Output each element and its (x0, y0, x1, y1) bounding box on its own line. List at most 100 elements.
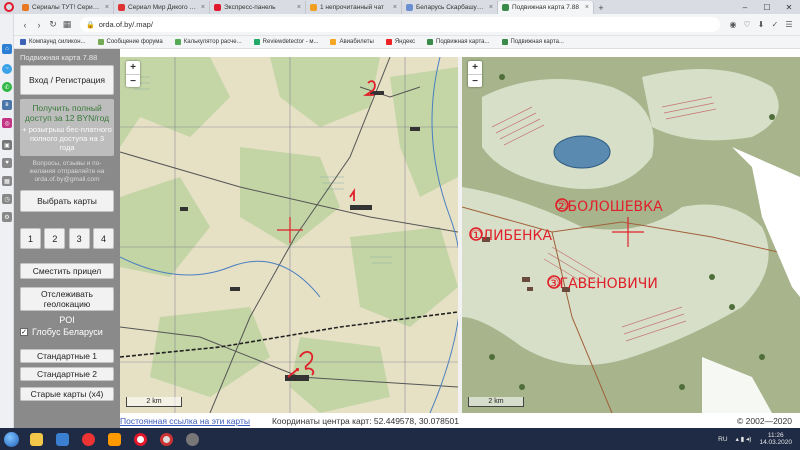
camera-icon[interactable]: ◉ (726, 18, 740, 32)
close-tab-icon[interactable]: × (102, 4, 109, 11)
url-text: orda.of.by/.map/ (98, 20, 153, 29)
start-button[interactable] (0, 428, 22, 450)
left-map[interactable]: + − 2 km (120, 57, 458, 413)
browser-tab[interactable]: 1 непрочитанный чат × (306, 1, 402, 14)
opera-sidebar: ⌂ ~ ✆ в ◎ ▣ ♥ ▦ ◷ ⚙ (0, 14, 14, 428)
bookmark-label: Авиабилеты (339, 39, 374, 45)
browser-tab-label: Подвижная карта 7.88 (512, 4, 579, 11)
left-zoom-out-button[interactable]: − (126, 74, 140, 87)
opera-icon (214, 4, 221, 11)
bookmark-item[interactable]: Авиабилеты (330, 39, 374, 45)
annotation-boloshevka: ②БОЛОШЕВКА (555, 199, 663, 215)
new-tab-icon[interactable]: + (594, 1, 608, 14)
left-zoom-control: + − (126, 61, 140, 87)
vlc-taskbar-icon[interactable] (102, 429, 126, 449)
permalink-link[interactable]: Постоянная ссылка на эти карты (120, 416, 250, 426)
instagram-icon[interactable]: ◎ (2, 118, 12, 128)
messenger-icon[interactable]: ~ (2, 64, 12, 74)
bookmark-label: Подвижная карта... (510, 39, 564, 45)
right-zoom-out-button[interactable]: − (468, 74, 482, 87)
vk-icon[interactable]: в (2, 100, 12, 110)
browser-tab[interactable]: Подвижная карта 7.88 × (498, 1, 594, 14)
extensions-icon[interactable]: ✓ (768, 18, 782, 32)
app-taskbar-icon[interactable] (180, 429, 204, 449)
layout-button-1[interactable]: 1 (20, 228, 41, 249)
chat-icon (310, 4, 317, 11)
browser-tab[interactable]: Сериал Мир Дикого запа × (114, 1, 210, 14)
browser-tab[interactable]: Сериалы ТУТ! Сериалы он× (18, 1, 114, 14)
opera2-taskbar-icon[interactable] (154, 429, 178, 449)
bookmark-item[interactable]: Калькулятор расче... (174, 39, 242, 45)
old-map-canvas: ①ЛИБЕНКА ②БОЛОШЕВКА ③ГАВЕНОВИЧИ (462, 57, 800, 413)
clock-icon[interactable]: ◷ (2, 194, 12, 204)
layout-buttons: 1234 (20, 228, 114, 249)
bookmark-icon (253, 39, 260, 45)
bookmark-item[interactable]: Яндекс (385, 39, 415, 45)
move-crosshair-button[interactable]: Сместить прицел (20, 263, 114, 279)
globus-checkbox[interactable]: ✓ (20, 328, 28, 336)
apps-icon[interactable]: ▦ (2, 176, 12, 186)
left-scale-bar: 2 km (126, 397, 182, 407)
yandex-taskbar-icon[interactable] (76, 429, 100, 449)
select-maps-button[interactable]: Выбрать карты (20, 190, 114, 212)
layout-button-3[interactable]: 3 (68, 228, 90, 249)
bookmark-icon (427, 39, 434, 45)
right-map[interactable]: ①ЛИБЕНКА ②БОЛОШЕВКА ③ГАВЕНОВИЧИ + − 2 km (462, 57, 800, 413)
left-zoom-in-button[interactable]: + (126, 61, 140, 74)
bookmark-item[interactable]: Подвижная карта... (501, 39, 564, 45)
close-window-icon[interactable]: ✕ (778, 0, 800, 14)
close-tab-icon[interactable]: × (582, 4, 589, 11)
heart-icon[interactable]: ♡ (740, 18, 754, 32)
promo-block[interactable]: Получить полный доступ за 12 BYN/год + р… (20, 99, 114, 156)
reload-icon[interactable]: ↻ (46, 18, 60, 32)
bookmark-item[interactable]: Reviewdetector - м... (253, 39, 319, 45)
site-control-panel: Подвижная карта 7.88 Вход / Регистрация … (14, 49, 120, 428)
bookmark-item[interactable]: Компаунд силикон... (20, 39, 86, 45)
close-tab-icon[interactable]: × (486, 4, 493, 11)
annotation-gavenovichi: ③ГАВЕНОВИЧИ (547, 276, 658, 292)
layout-button-4[interactable]: 4 (92, 228, 114, 249)
old-maps-button[interactable]: Старые карты (х4) (20, 387, 114, 401)
speed-dial-icon[interactable]: ▦ (60, 18, 74, 32)
url-field[interactable]: 🔒 orda.of.by/.map/ (80, 17, 720, 32)
window-controls: – ☐ ✕ (734, 0, 800, 14)
close-tab-icon[interactable]: × (390, 4, 397, 11)
annotation-libenka: ①ЛИБЕНКА (470, 228, 552, 244)
close-tab-icon[interactable]: × (294, 4, 301, 11)
language-indicator[interactable]: RU (718, 436, 727, 443)
login-button[interactable]: Вход / Регистрация (20, 65, 114, 95)
settings-icon[interactable]: ⚙ (2, 212, 12, 222)
bookmark-label: Калькулятор расче... (183, 39, 242, 45)
explorer-taskbar-icon[interactable] (24, 429, 48, 449)
history-icon[interactable]: ▣ (2, 140, 12, 150)
back-icon[interactable]: ‹ (18, 18, 32, 32)
opera-taskbar-icon[interactable] (128, 429, 152, 449)
topographic-map-canvas (120, 57, 458, 413)
globus-checkbox-row[interactable]: ✓ Глобус Беларуси (20, 327, 114, 337)
geolocation-button[interactable]: Отслеживать геолокацию (20, 287, 114, 311)
opera-menu-icon[interactable] (0, 0, 18, 14)
download-icon[interactable]: ⬇ (754, 18, 768, 32)
bookmark-label: Reviewdetector - м... (262, 39, 319, 45)
layout-button-2[interactable]: 2 (44, 228, 66, 249)
close-tab-icon[interactable]: × (198, 4, 205, 11)
minimize-icon[interactable]: – (734, 0, 756, 14)
standard1-button[interactable]: Стандартные 1 (20, 349, 114, 363)
orange-square-icon (22, 4, 29, 11)
home-icon[interactable]: ⌂ (2, 44, 12, 54)
bookmark-item[interactable]: Сообщение форума (97, 39, 163, 45)
browser-tab[interactable]: Экспресс-панель × (210, 1, 306, 14)
standard2-button[interactable]: Стандартные 2 (20, 367, 114, 381)
easy-setup-icon[interactable]: ☰ (782, 18, 796, 32)
bookmarks-icon[interactable]: ♥ (2, 158, 12, 168)
bookmark-item[interactable]: Подвижная карта... (427, 39, 490, 45)
browser-tab-label: Сериал Мир Дикого запа (128, 4, 198, 11)
right-zoom-in-button[interactable]: + (468, 61, 482, 74)
tray-icons[interactable]: ▴ ▮ ◂) (736, 435, 752, 443)
browser-tab[interactable]: Беларусь Скарбашукаль × (402, 1, 498, 14)
maximize-icon[interactable]: ☐ (756, 0, 778, 14)
forward-icon[interactable]: › (32, 18, 46, 32)
clock[interactable]: 11:26 14.03.2020 (759, 432, 792, 446)
media-taskbar-icon[interactable] (50, 429, 74, 449)
whatsapp-icon[interactable]: ✆ (2, 82, 12, 92)
